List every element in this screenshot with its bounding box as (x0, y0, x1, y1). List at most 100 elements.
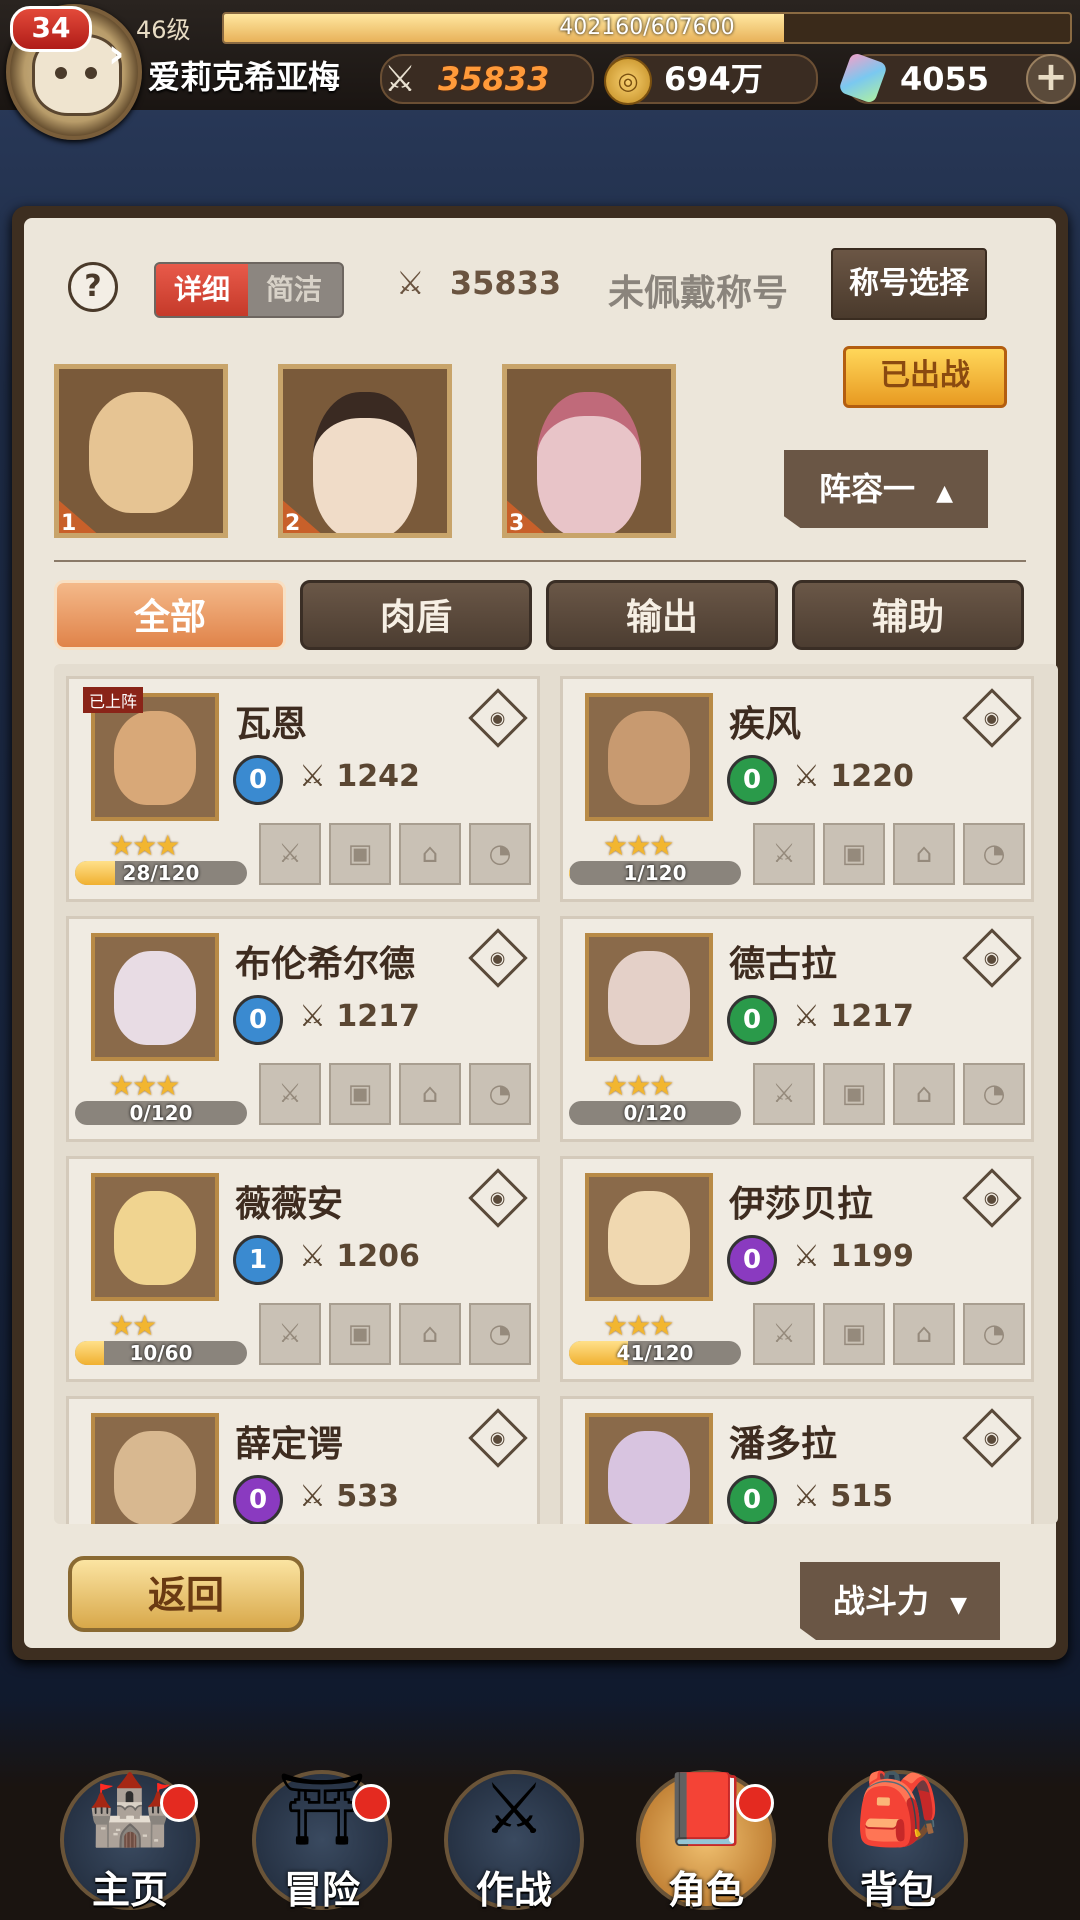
equipment-slot-icon[interactable]: ▣ (329, 1063, 391, 1125)
on-team-tag: 已上阵 (83, 687, 144, 713)
hero-face (114, 1431, 196, 1524)
equipment-slot-icon[interactable]: ◔ (963, 1303, 1025, 1365)
hero-portrait (536, 391, 642, 533)
title-select-button[interactable]: 称号选择 (831, 248, 987, 320)
equipment-slot-icon[interactable]: ◔ (963, 1063, 1025, 1125)
avatar-eye (85, 67, 97, 79)
equipment-slot-icon[interactable]: ⌂ (893, 1303, 955, 1365)
hero-card[interactable]: 德古拉 0 ⚔ 1217 ◉ ★★★ 0/120 ⚔ ▣ ⌂ ◔ (560, 916, 1034, 1142)
equipment-slot-icon[interactable]: ▣ (329, 1303, 391, 1365)
lineup-slot[interactable]: 3 (502, 364, 676, 538)
battle-icon: ⚔ (482, 1768, 546, 1850)
lineup-selector[interactable]: 阵容一 ▲ (784, 450, 988, 528)
nav-castle[interactable]: 🏰 主页 (40, 1740, 220, 1920)
equipment-slot-icon[interactable]: ⚔ (753, 1063, 815, 1125)
hero-card[interactable]: 伊莎贝拉 0 ⚔ 1199 ◉ ★★★ 41/120 ⚔ ▣ ⌂ ◔ (560, 1156, 1034, 1382)
equipment-slot-icon[interactable]: ▣ (823, 823, 885, 885)
equipment-slot-icon[interactable]: ⚔ (259, 1063, 321, 1125)
equipment-slot-icon[interactable]: ⚔ (753, 823, 815, 885)
nav-battle[interactable]: ⚔ 作战 (424, 1740, 604, 1920)
hero-portrait (91, 1413, 219, 1524)
star-rating: ★★★ (603, 1309, 674, 1342)
equipment-slot-icon[interactable]: ⚔ (753, 1303, 815, 1365)
hero-card[interactable]: 薇薇安 1 ⚔ 1206 ◉ ★★ 10/60 ⚔ ▣ ⌂ ◔ (66, 1156, 540, 1382)
sort-selector[interactable]: 战斗力 ▼ (800, 1562, 1000, 1640)
equipment-slot-icon[interactable]: ▣ (329, 823, 391, 885)
add-gems-button[interactable]: + (1026, 54, 1076, 104)
star-rating: ★★★ (109, 1069, 180, 1102)
equipment-slot-icon[interactable]: ⌂ (893, 1063, 955, 1125)
back-button[interactable]: 返回 (68, 1556, 304, 1632)
equipment-slot-icon[interactable]: ⚔ (259, 823, 321, 885)
lock-icon[interactable]: ◉ (962, 688, 1022, 748)
equipment-slot-icon[interactable]: ⌂ (399, 1063, 461, 1125)
profile-expand-chevron-icon[interactable]: › (108, 30, 136, 78)
lock-icon[interactable]: ◉ (468, 1408, 528, 1468)
nav-book[interactable]: 📕 角色 (616, 1740, 796, 1920)
lock-icon[interactable]: ◉ (962, 1168, 1022, 1228)
bag-icon: 🎒 (854, 1767, 942, 1850)
hero-card[interactable]: 已上阵 瓦恩 0 ⚔ 1242 ◉ ★★★ 28/120 ⚔ ▣ ⌂ ◔ (66, 676, 540, 902)
character-panel: ? 详细 简洁 ⚔ 35833 未佩戴称号 称号选择 已出战 阵容一 ▲ 1 2… (12, 206, 1068, 1660)
hero-exp-bar: 0/120 (75, 1101, 247, 1125)
hero-power-value: 1206 (336, 1239, 420, 1274)
view-mode-toggle[interactable]: 详细 简洁 (154, 262, 344, 318)
hero-power: ⚔ 1206 (299, 1239, 420, 1274)
equipment-slot-icon[interactable]: ◔ (469, 1303, 531, 1365)
equipment-slot-icon[interactable]: ◔ (469, 823, 531, 885)
account-exp-bar: 402160/607600 (222, 12, 1072, 44)
lock-icon[interactable]: ◉ (468, 1168, 528, 1228)
lock-icon[interactable]: ◉ (468, 928, 528, 988)
hero-card[interactable]: 疾风 0 ⚔ 1220 ◉ ★★★ 1/120 ⚔ ▣ ⌂ ◔ (560, 676, 1034, 902)
tab-tank[interactable]: 肉盾 (300, 580, 532, 650)
gem-value: 4055 (900, 60, 990, 98)
sort-label: 战斗力 (832, 1582, 929, 1620)
hero-card[interactable]: 潘多拉0⚔ 515◉⚔▣⌂◔ (560, 1396, 1034, 1524)
lock-icon[interactable]: ◉ (962, 1408, 1022, 1468)
hero-power: ⚔ 1217 (793, 999, 914, 1034)
equipment-slot-icon[interactable]: ⚔ (259, 1303, 321, 1365)
view-simple-option[interactable]: 简洁 (248, 264, 340, 316)
hero-exp-text: 0/120 (129, 1101, 193, 1125)
role-badge: 1 (233, 1235, 283, 1285)
account-exp-text: 402160/607600 (559, 15, 735, 40)
role-badge: 0 (233, 1475, 283, 1524)
tab-all[interactable]: 全部 (54, 580, 286, 650)
view-detail-option[interactable]: 详细 (156, 264, 248, 316)
nav-bag[interactable]: 🎒 背包 (808, 1740, 988, 1920)
triangle-down-icon: ▼ (950, 1593, 968, 1618)
tab-damage[interactable]: 输出 (546, 580, 778, 650)
equipment-slot-icon[interactable]: ▣ (823, 1303, 885, 1365)
lineup-slot[interactable]: 2 (278, 364, 452, 538)
hero-power-value: 1242 (336, 759, 420, 794)
power-value: 35833 (438, 60, 550, 98)
hero-card[interactable]: 布伦希尔德 0 ⚔ 1217 ◉ ★★★ 0/120 ⚔ ▣ ⌂ ◔ (66, 916, 540, 1142)
character-panel-inner: ? 详细 简洁 ⚔ 35833 未佩戴称号 称号选择 已出战 阵容一 ▲ 1 2… (24, 218, 1058, 1648)
lock-icon[interactable]: ◉ (468, 688, 528, 748)
equipment-slot-icon[interactable]: ⌂ (399, 1303, 461, 1365)
equipment-slot-icon[interactable]: ◔ (963, 823, 1025, 885)
equipment-slot-icon[interactable]: ⌂ (893, 823, 955, 885)
deployed-button[interactable]: 已出战 (843, 346, 1007, 408)
gold-value: 694万 (664, 60, 763, 98)
equipment-slot-icon[interactable]: ⌂ (399, 823, 461, 885)
hero-portrait (585, 933, 713, 1061)
lock-icon[interactable]: ◉ (962, 928, 1022, 988)
equipment-slot-icon[interactable]: ◔ (469, 1063, 531, 1125)
hero-portrait (585, 693, 713, 821)
hero-card[interactable]: 薛定谔0⚔ 533◉⚔▣⌂◔ (66, 1396, 540, 1524)
equipment-slot-icon[interactable]: ▣ (823, 1063, 885, 1125)
role-badge: 0 (727, 995, 777, 1045)
tab-support[interactable]: 辅助 (792, 580, 1024, 650)
hero-name: 布伦希尔德 (235, 944, 416, 985)
star-rating: ★★★ (603, 1069, 674, 1102)
triangle-up-icon: ▲ (936, 481, 954, 506)
nav-portal[interactable]: ⛩ 冒险 (232, 1740, 412, 1920)
lineup-slot[interactable]: 1 (54, 364, 228, 538)
help-button[interactable]: ? (68, 262, 118, 312)
hero-name: 薛定谔 (235, 1424, 344, 1465)
hero-portrait (91, 1173, 219, 1301)
hero-list[interactable]: 已上阵 瓦恩 0 ⚔ 1242 ◉ ★★★ 28/120 ⚔ ▣ ⌂ ◔ 疾风 0 ⚔ 1220 ◉ ★★★ 1… (54, 664, 1058, 1524)
role-filter-tabs: 全部 肉盾 输出 辅助 (54, 580, 1026, 650)
nav-label: 作战 (475, 1868, 552, 1912)
